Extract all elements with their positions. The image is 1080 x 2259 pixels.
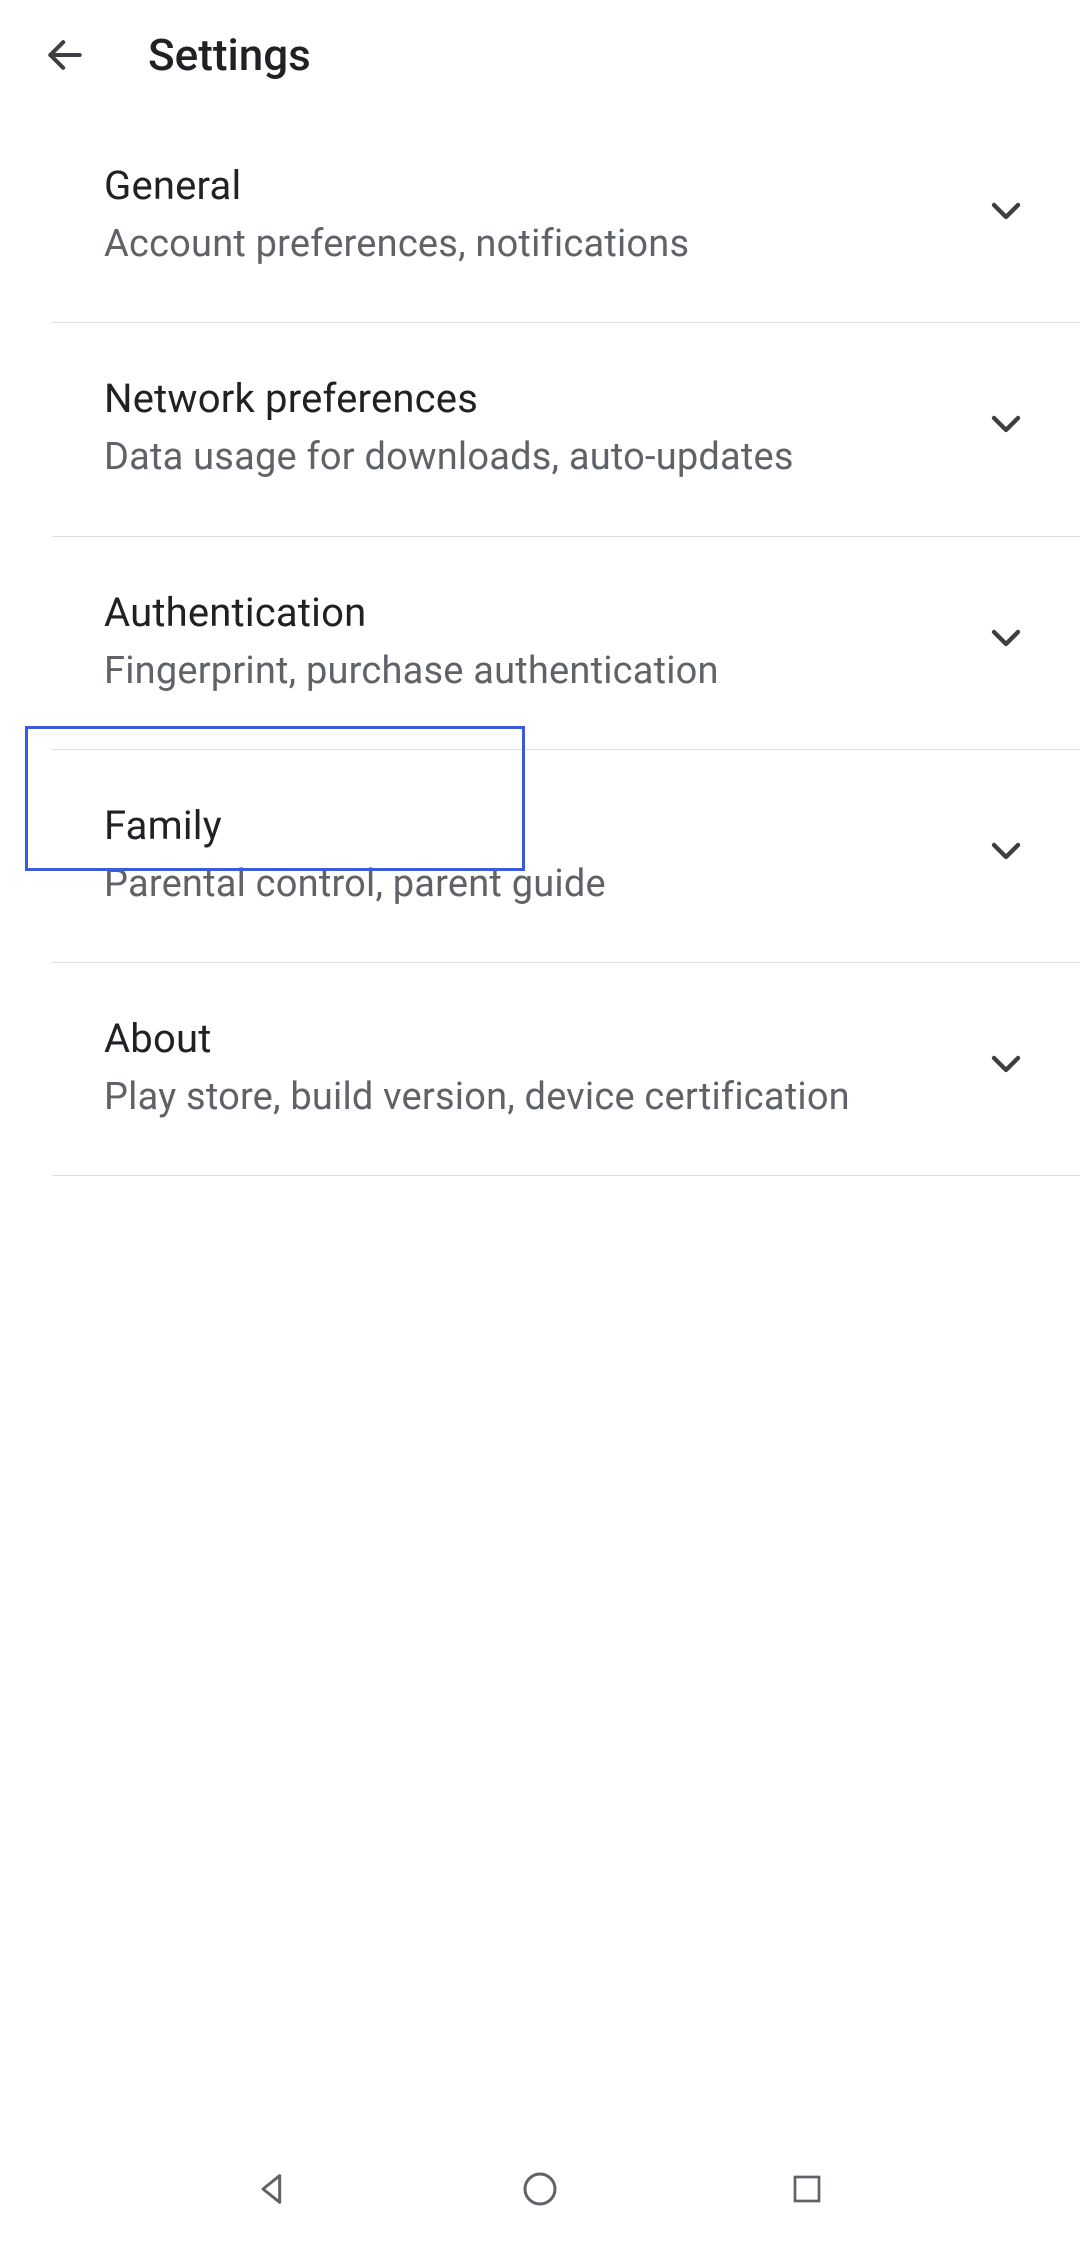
settings-item-subtitle: Data usage for downloads, auto-updates [104, 432, 962, 483]
triangle-back-icon [253, 2169, 293, 2209]
square-recent-icon [789, 2171, 825, 2207]
nav-recent-button[interactable] [777, 2159, 837, 2219]
settings-item-general[interactable]: General Account preferences, notificatio… [52, 110, 1080, 323]
chevron-down-icon [982, 827, 1030, 879]
settings-item-authentication[interactable]: Authentication Fingerprint, purchase aut… [52, 537, 1080, 750]
settings-item-subtitle: Parental control, parent guide [104, 859, 962, 910]
settings-item-content: About Play store, build version, device … [104, 1015, 962, 1123]
settings-item-content: Authentication Fingerprint, purchase aut… [104, 589, 962, 697]
settings-item-title: General [104, 162, 962, 209]
settings-item-family[interactable]: Family Parental control, parent guide [52, 750, 1080, 963]
settings-item-subtitle: Fingerprint, purchase authentication [104, 646, 962, 697]
chevron-down-icon [982, 400, 1030, 452]
settings-item-network-preferences[interactable]: Network preferences Data usage for downl… [52, 323, 1080, 536]
back-button[interactable] [40, 30, 90, 80]
chevron-down-icon [982, 1040, 1030, 1092]
settings-item-about[interactable]: About Play store, build version, device … [52, 963, 1080, 1176]
settings-item-title: Network preferences [104, 375, 962, 422]
settings-item-title: Family [104, 802, 962, 849]
settings-item-subtitle: Account preferences, notifications [104, 219, 962, 270]
settings-item-title: Authentication [104, 589, 962, 636]
nav-back-button[interactable] [243, 2159, 303, 2219]
settings-item-content: Network preferences Data usage for downl… [104, 375, 962, 483]
chevron-down-icon [982, 187, 1030, 239]
navigation-bar [0, 2119, 1080, 2259]
settings-item-content: Family Parental control, parent guide [104, 802, 962, 910]
arrow-left-icon [43, 33, 87, 77]
nav-home-button[interactable] [510, 2159, 570, 2219]
page-title: Settings [148, 29, 311, 81]
settings-list: General Account preferences, notificatio… [0, 110, 1080, 1176]
header: Settings [0, 0, 1080, 110]
settings-item-subtitle: Play store, build version, device certif… [104, 1072, 962, 1123]
settings-item-content: General Account preferences, notificatio… [104, 162, 962, 270]
circle-home-icon [520, 2169, 560, 2209]
settings-item-title: About [104, 1015, 962, 1062]
chevron-down-icon [982, 614, 1030, 666]
